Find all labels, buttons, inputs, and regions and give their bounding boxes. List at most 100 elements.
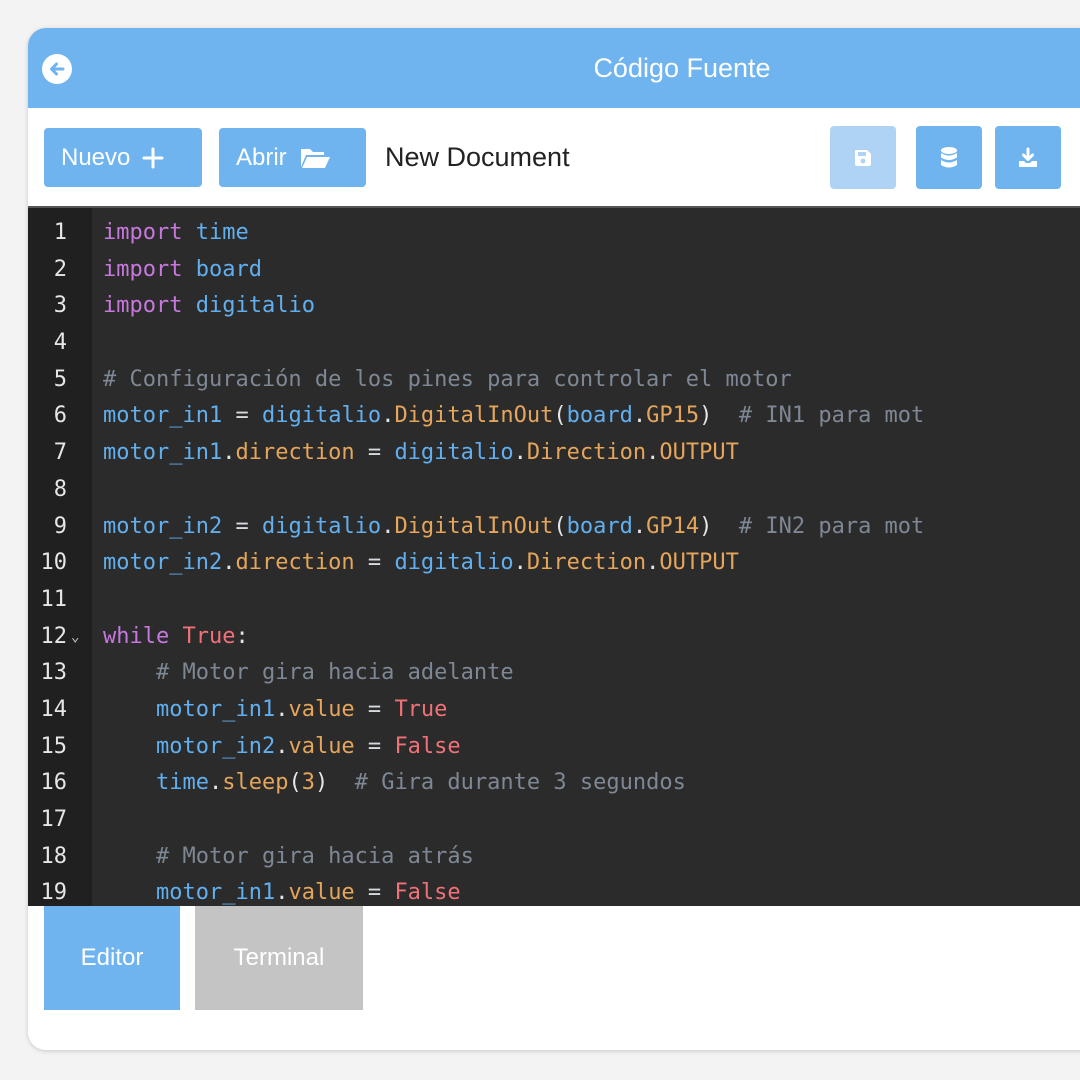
code-token: direction bbox=[235, 550, 355, 576]
code-token: : bbox=[235, 623, 249, 649]
new-button[interactable]: Nuevo bbox=[44, 128, 202, 187]
database-button[interactable] bbox=[916, 126, 982, 189]
download-icon bbox=[1019, 147, 1037, 167]
code-token: Direction bbox=[526, 550, 647, 576]
title-bar: Código Fuente bbox=[28, 28, 1080, 108]
code-token: import bbox=[103, 293, 183, 319]
line-number: 14 bbox=[40, 696, 68, 722]
line-number: 16 bbox=[40, 770, 68, 796]
code-line: 13 # Motor gira hacia adelante bbox=[28, 655, 1080, 692]
code-token: motor_in1 bbox=[155, 880, 276, 906]
code-token: board bbox=[195, 256, 262, 282]
code-token: = bbox=[354, 880, 395, 906]
code-token: OUTPUT bbox=[659, 550, 739, 576]
save-button[interactable] bbox=[830, 126, 896, 189]
code-token: . bbox=[513, 440, 527, 466]
code-text: # Motor gira hacia adelante bbox=[103, 655, 514, 692]
code-text: motor_in1 = digitalio.DigitalInOut(board… bbox=[103, 398, 924, 435]
code-token: ( bbox=[553, 403, 567, 429]
code-token: . bbox=[646, 550, 660, 576]
code-editor[interactable]: 1 import time 2 import board 3 import digital… bbox=[28, 206, 1080, 906]
page-title: Código Fuente bbox=[593, 53, 771, 83]
code-line: 4 bbox=[28, 325, 1080, 362]
code-line: 11 bbox=[28, 582, 1080, 619]
arrow-left-circle-icon bbox=[50, 62, 65, 76]
code-line: 12 ⌄ while True: bbox=[28, 619, 1080, 656]
code-token: . bbox=[381, 403, 395, 429]
code-token: True bbox=[394, 696, 448, 722]
folder-open-icon bbox=[300, 148, 330, 168]
code-token: . bbox=[513, 550, 527, 576]
document-name: New Document bbox=[385, 142, 570, 172]
editor-divider bbox=[28, 206, 1080, 208]
code-token: digitalio bbox=[394, 440, 514, 466]
code-token: direction bbox=[235, 440, 355, 466]
code-token: GP15 bbox=[646, 403, 700, 429]
code-token: ) bbox=[699, 513, 739, 539]
save-icon bbox=[855, 149, 871, 166]
fold-chevron-icon[interactable]: ⌄ bbox=[71, 619, 79, 656]
plus-icon bbox=[142, 147, 164, 168]
code-token: digitalio bbox=[394, 550, 514, 576]
code-token: False bbox=[394, 733, 461, 759]
code-token: # Configuración de los pines para contro… bbox=[103, 366, 792, 392]
code-token: . bbox=[275, 733, 289, 759]
code-token: DigitalInOut bbox=[394, 513, 554, 539]
code-line: 14 motor_in1.value = True bbox=[28, 692, 1080, 729]
code-text: time.sleep(3) # Gira durante 3 segundos bbox=[103, 765, 686, 802]
code-line: 3 import digitalio bbox=[28, 288, 1080, 325]
line-number: 4 bbox=[53, 330, 67, 356]
code-token: . bbox=[208, 770, 223, 796]
tab-editor[interactable]: Editor bbox=[44, 906, 180, 1010]
code-token: motor_in1 bbox=[103, 440, 223, 466]
line-number: 7 bbox=[53, 440, 67, 466]
line-number: 18 bbox=[40, 843, 68, 869]
code-token: GP14 bbox=[646, 513, 700, 539]
code-token: # Motor gira hacia atrás bbox=[155, 843, 474, 869]
line-number: 1 bbox=[53, 220, 67, 245]
code-token: ) bbox=[314, 770, 355, 796]
line-number: 12 bbox=[40, 623, 68, 649]
code-token: DigitalInOut bbox=[394, 403, 554, 429]
code-line: 16 time.sleep(3) # Gira durante 3 segund… bbox=[28, 765, 1080, 802]
download-button[interactable] bbox=[995, 126, 1061, 189]
open-button[interactable]: Abrir bbox=[219, 128, 366, 187]
tab-terminal[interactable]: Terminal bbox=[195, 906, 363, 1010]
back-button[interactable] bbox=[42, 54, 72, 84]
code-token: motor_in2 bbox=[103, 550, 223, 576]
code-text: while True: bbox=[103, 619, 249, 656]
code-line: 2 import board bbox=[28, 252, 1080, 289]
code-token: digitalio bbox=[261, 513, 382, 539]
code-token: Direction bbox=[526, 440, 647, 466]
code-token: = bbox=[354, 733, 395, 759]
code-line: 1 import time bbox=[28, 215, 1080, 252]
bottom-tabs: Editor Terminal bbox=[28, 906, 1080, 1050]
line-number: 8 bbox=[53, 476, 67, 502]
line-number: 6 bbox=[53, 403, 67, 429]
code-line: 6 motor_in1 = digitalio.DigitalInOut(boar… bbox=[28, 398, 1080, 435]
code-token: time bbox=[155, 770, 209, 796]
code-text: import board bbox=[103, 252, 262, 289]
code-line: 8 bbox=[28, 472, 1080, 509]
code-token: import bbox=[103, 256, 183, 282]
code-token: ( bbox=[553, 513, 567, 539]
code-token: = bbox=[354, 440, 395, 466]
database-icon bbox=[941, 146, 957, 167]
code-line: 7 motor_in1.direction = digitalio.Directi… bbox=[28, 435, 1080, 472]
code-line: 17 bbox=[28, 802, 1080, 839]
code-token: . bbox=[632, 513, 647, 539]
code-token: 3 bbox=[301, 770, 315, 796]
code-line: 15 motor_in2.value = False bbox=[28, 729, 1080, 766]
code-text: import digitalio bbox=[103, 288, 315, 325]
code-token: value bbox=[288, 696, 355, 722]
line-number: 2 bbox=[53, 256, 67, 282]
line-number: 9 bbox=[53, 513, 67, 539]
code-token: . bbox=[275, 696, 289, 722]
code-line: 19 motor_in1.value = False bbox=[28, 875, 1080, 906]
line-number: 10 bbox=[40, 550, 68, 576]
